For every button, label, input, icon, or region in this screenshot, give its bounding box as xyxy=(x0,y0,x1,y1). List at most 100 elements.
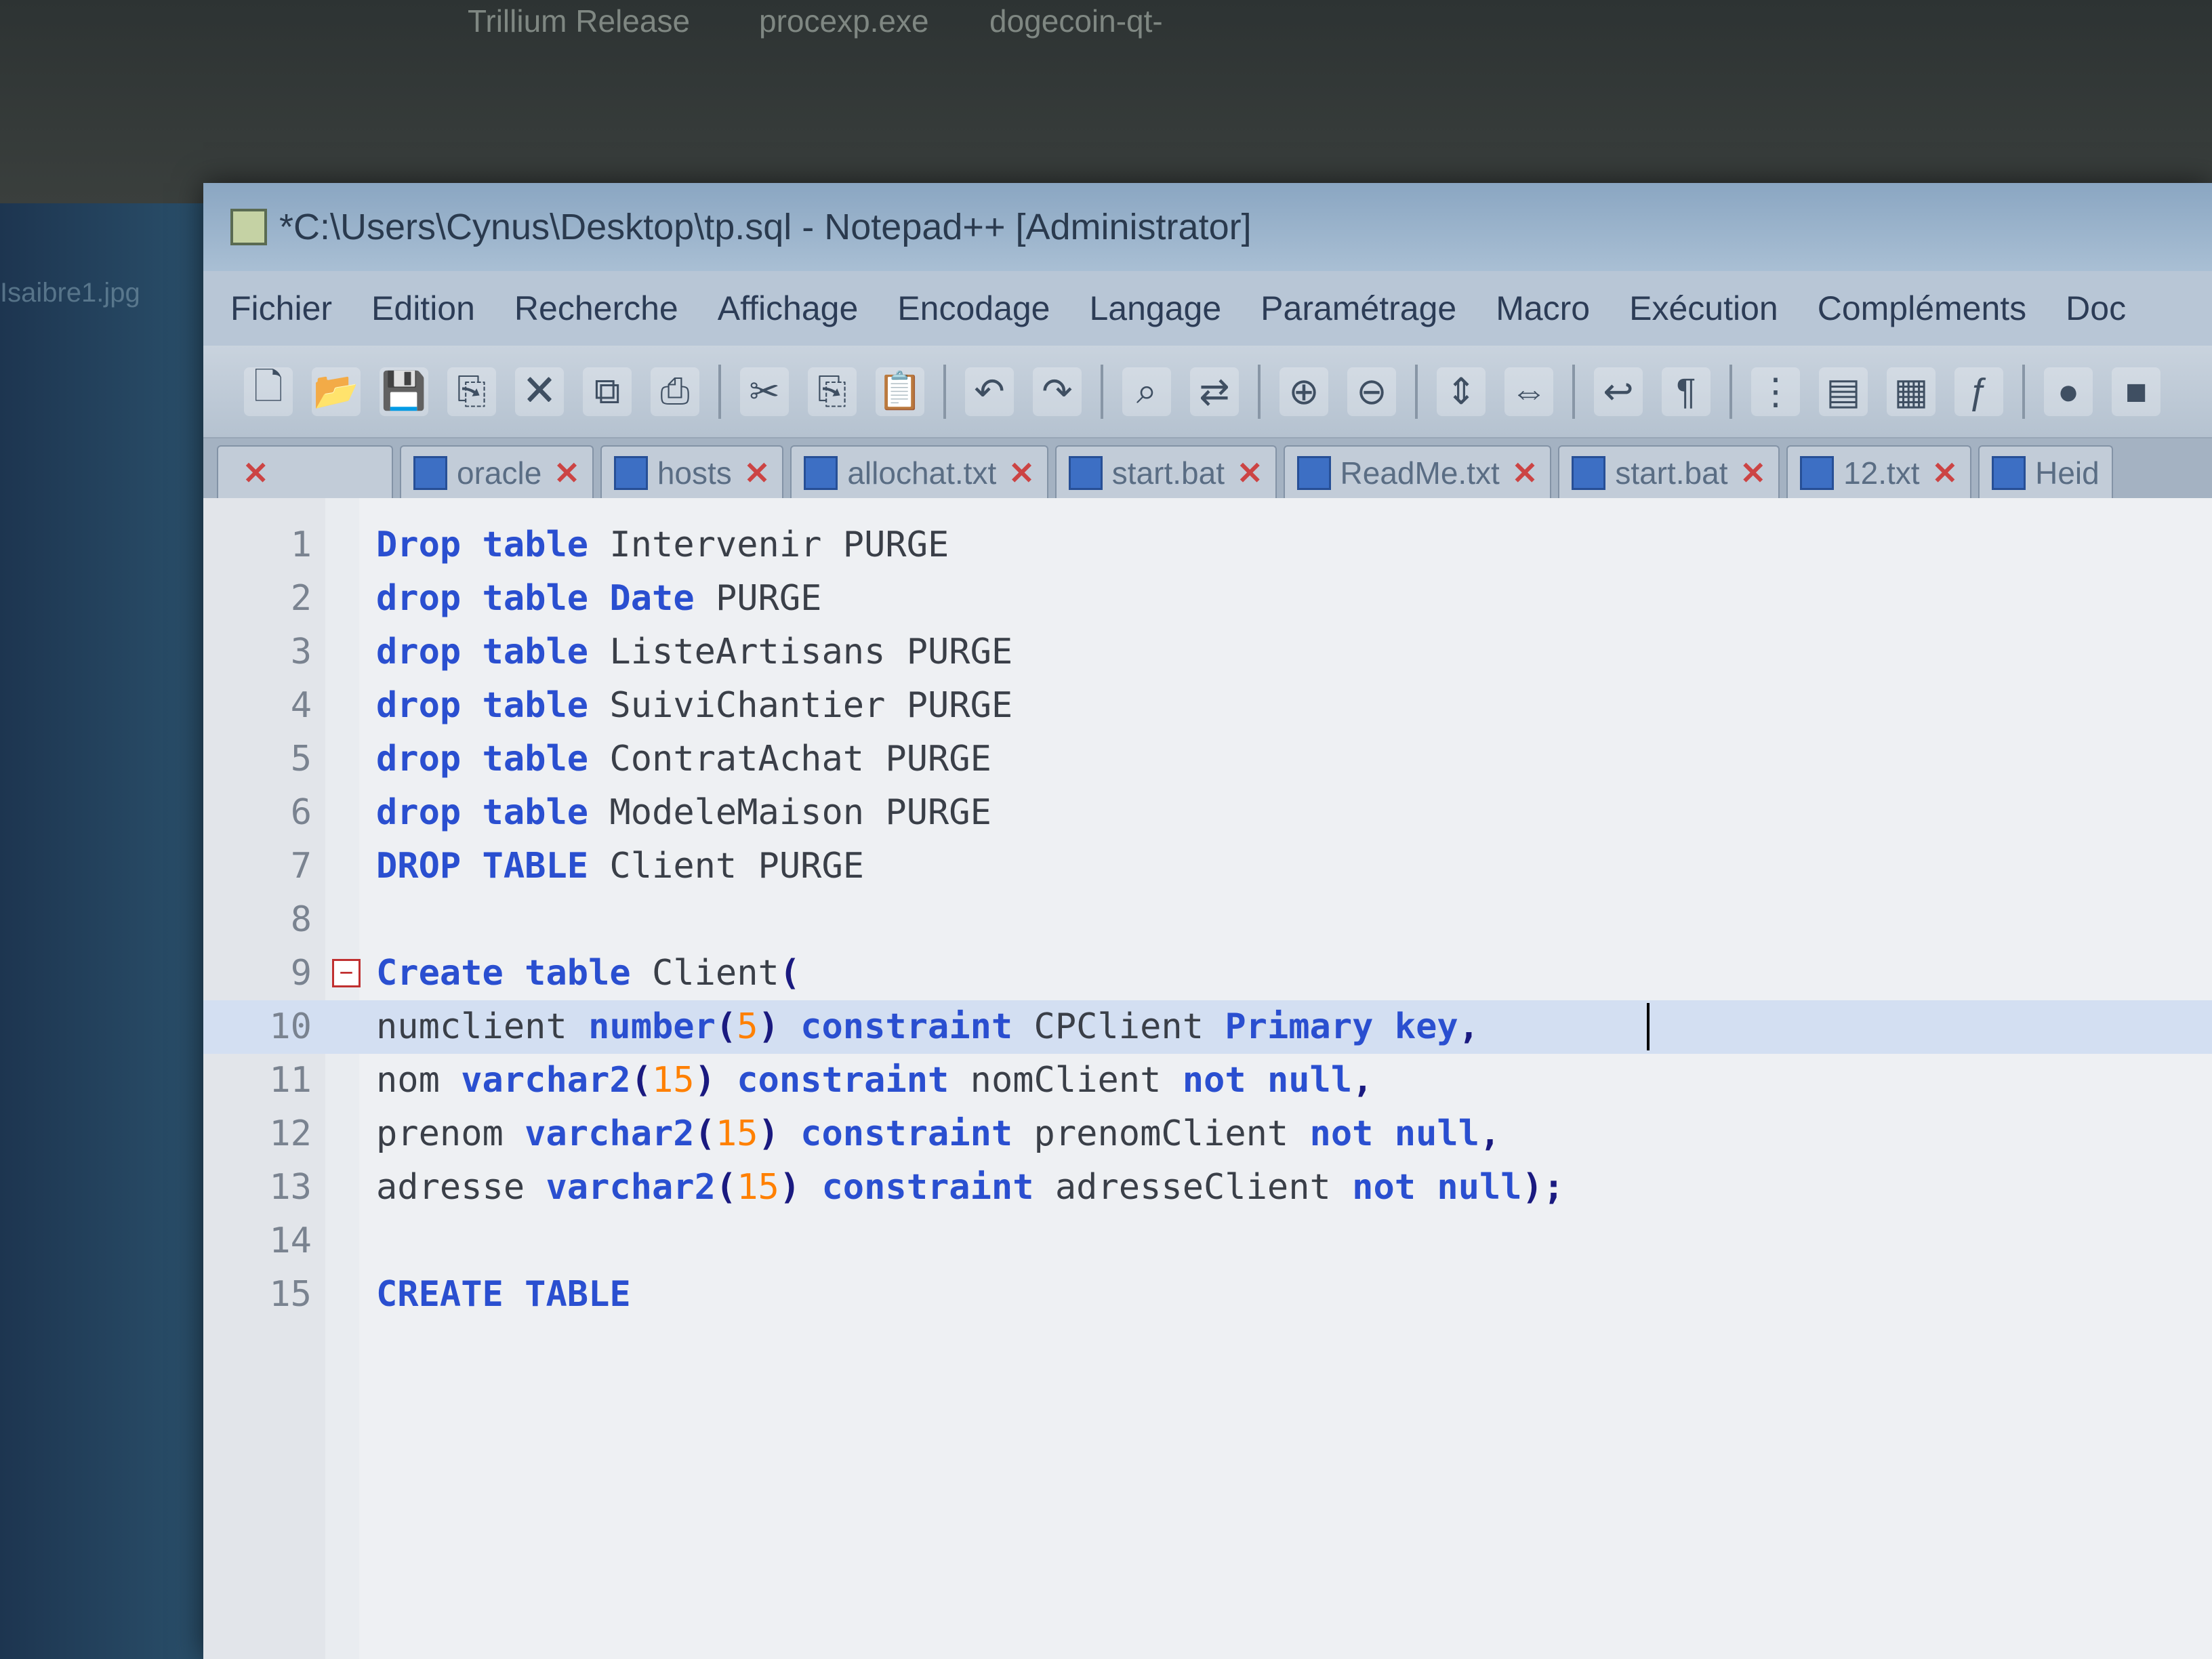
menu-item-encodage[interactable]: Encodage xyxy=(897,289,1050,328)
cut-icon[interactable]: ✂ xyxy=(740,367,789,416)
menu-item-macro[interactable]: Macro xyxy=(1496,289,1590,328)
code-token-op: ( xyxy=(715,1167,737,1208)
sync-h-icon[interactable]: ⇔ xyxy=(1504,367,1553,416)
word-wrap-icon[interactable]: ↩ xyxy=(1594,367,1643,416)
code-line[interactable]: 5 drop table ContratAchat PURGE xyxy=(203,733,2212,786)
menu-item-recherche[interactable]: Recherche xyxy=(514,289,678,328)
desktop-file-label[interactable]: Isaibre1.jpg xyxy=(0,278,140,308)
tab-close-icon[interactable]: ✕ xyxy=(1237,455,1263,491)
udl-icon[interactable]: ▤ xyxy=(1819,367,1868,416)
sync-v-icon[interactable]: ⇕ xyxy=(1437,367,1486,416)
tab[interactable]: oracle ✕ xyxy=(400,445,594,499)
code-line[interactable]: 7 DROP TABLE Client PURGE xyxy=(203,840,2212,893)
taskbar-item[interactable]: dogecoin-qt- xyxy=(989,3,1163,39)
code-line[interactable]: 11 nom varchar2(15) constraint nomClient … xyxy=(203,1054,2212,1107)
tab[interactable]: hosts ✕ xyxy=(600,445,784,499)
tab[interactable]: allochat.txt ✕ xyxy=(790,445,1048,499)
function-list-icon[interactable]: ƒ xyxy=(1954,367,2003,416)
code-token-kw: drop xyxy=(376,578,462,619)
show-all-chars-icon[interactable]: ¶ xyxy=(1662,367,1711,416)
taskbar-item[interactable]: procexp.exe xyxy=(759,3,929,39)
redo-icon[interactable]: ↷ xyxy=(1033,367,1082,416)
code-line[interactable]: 9− Create table Client( xyxy=(203,947,2212,1000)
doc-map-icon[interactable]: ▦ xyxy=(1887,367,1936,416)
desktop-taskbar: Trillium Release procexp.exe dogecoin-qt… xyxy=(0,0,2212,203)
code-line[interactable]: 13 adresse varchar2(15) constraint adress… xyxy=(203,1161,2212,1214)
menu-bar: Fichier Edition Recherche Affichage Encodage… xyxy=(203,271,2212,346)
tab-close-icon[interactable]: ✕ xyxy=(1740,455,1767,491)
new-file-icon[interactable]: 🗋 xyxy=(244,367,293,416)
code-token-op: ); xyxy=(1521,1167,1565,1208)
line-number: 5 xyxy=(290,739,312,779)
zoom-out-icon[interactable]: ⊖ xyxy=(1347,367,1396,416)
code-line[interactable]: 14 xyxy=(203,1214,2212,1268)
menu-item-parametrage[interactable]: Paramétrage xyxy=(1261,289,1456,328)
tab-close-icon[interactable]: ✕ xyxy=(1512,455,1538,491)
menu-item-edition[interactable]: Edition xyxy=(371,289,475,328)
toolbar-separator xyxy=(1101,364,1103,419)
code-token-kw: table xyxy=(482,685,589,726)
menu-item-complements[interactable]: Compléments xyxy=(1818,289,2026,328)
find-icon[interactable]: ⌕ xyxy=(1122,367,1171,416)
save-icon[interactable]: 💾 xyxy=(380,367,428,416)
tab[interactable]: start.bat ✕ xyxy=(1054,445,1277,499)
close-all-icon[interactable]: ⧉ xyxy=(583,367,632,416)
zoom-in-icon[interactable]: ⊕ xyxy=(1279,367,1328,416)
tab-bar: ✕ oracle ✕ hosts ✕ allochat.txt ✕ start.bat ✕ Rea… xyxy=(203,438,2212,501)
text-cursor xyxy=(1647,1003,1650,1050)
tab[interactable]: start.bat ✕ xyxy=(1558,445,1780,499)
tab-close-icon[interactable]: ✕ xyxy=(744,455,771,491)
print-icon[interactable]: ⎙ xyxy=(651,367,699,416)
code-line[interactable]: 12 prenom varchar2(15) constraint prenomC… xyxy=(203,1107,2212,1161)
tab-close-icon[interactable]: ✕ xyxy=(554,455,580,491)
code-token-op: ) xyxy=(694,1060,716,1101)
code-editor[interactable]: 1 Drop table Intervenir PURGE 2 drop table … xyxy=(203,498,2212,1659)
copy-icon[interactable]: ⎘ xyxy=(808,367,857,416)
menu-item-doc[interactable]: Doc xyxy=(2066,289,2126,328)
code-line[interactable]: 1 Drop table Intervenir PURGE xyxy=(203,518,2212,572)
code-line[interactable]: 8 xyxy=(203,893,2212,947)
code-line[interactable]: 15 CREATE TABLE xyxy=(203,1268,2212,1322)
stop-macro-icon[interactable]: ■ xyxy=(2112,367,2160,416)
close-icon[interactable]: 🗙 xyxy=(515,367,564,416)
title-bar[interactable]: *C:\Users\Cynus\Desktop\tp.sql - Notepad… xyxy=(203,183,2212,271)
code-token-op: , xyxy=(1458,1006,1480,1047)
tab[interactable]: ✕ xyxy=(217,445,393,499)
code-line[interactable]: 3 drop table ListeArtisans PURGE xyxy=(203,626,2212,679)
tab-label: allochat.txt xyxy=(847,455,997,491)
code-line[interactable]: 4 drop table SuiviChantier PURGE xyxy=(203,679,2212,733)
line-number: 3 xyxy=(290,632,312,672)
taskbar-item[interactable]: Trillium Release xyxy=(468,3,690,39)
code-line[interactable]: 6 drop table ModeleMaison PURGE xyxy=(203,786,2212,840)
code-token-kw: Create xyxy=(376,953,504,994)
code-line[interactable]: 2 drop table Date PURGE xyxy=(203,572,2212,626)
code-text: drop table ContratAchat PURGE xyxy=(376,733,991,786)
menu-item-fichier[interactable]: Fichier xyxy=(230,289,332,328)
tab[interactable]: ReadMe.txt ✕ xyxy=(1283,445,1552,499)
code-line[interactable]: 10 numclient number(5) constraint CPClien… xyxy=(203,1000,2212,1054)
tab[interactable]: Heid xyxy=(1978,445,2113,499)
indent-guide-icon[interactable]: ⋮ xyxy=(1751,367,1800,416)
replace-icon[interactable]: ⇄ xyxy=(1190,367,1239,416)
tab-close-icon[interactable]: ✕ xyxy=(1008,455,1035,491)
tab-close-icon[interactable]: ✕ xyxy=(1932,455,1959,491)
undo-icon[interactable]: ↶ xyxy=(965,367,1014,416)
file-tab-icon xyxy=(413,456,447,490)
fold-collapse-icon[interactable]: − xyxy=(332,959,361,987)
record-macro-icon[interactable]: ● xyxy=(2044,367,2093,416)
tab-label: hosts xyxy=(657,455,732,491)
tab[interactable]: 12.txt ✕ xyxy=(1786,445,1972,499)
code-text: drop table SuiviChantier PURGE xyxy=(376,679,1012,733)
menu-item-execution[interactable]: Exécution xyxy=(1629,289,1778,328)
code-token-kw: constraint xyxy=(800,1113,1013,1154)
menu-item-langage[interactable]: Langage xyxy=(1090,289,1222,328)
tab-close-icon[interactable]: ✕ xyxy=(243,455,269,491)
menu-item-affichage[interactable]: Affichage xyxy=(718,289,859,328)
save-all-icon[interactable]: ⎘ xyxy=(447,367,496,416)
open-file-icon[interactable]: 📂 xyxy=(312,367,361,416)
paste-icon[interactable]: 📋 xyxy=(876,367,924,416)
